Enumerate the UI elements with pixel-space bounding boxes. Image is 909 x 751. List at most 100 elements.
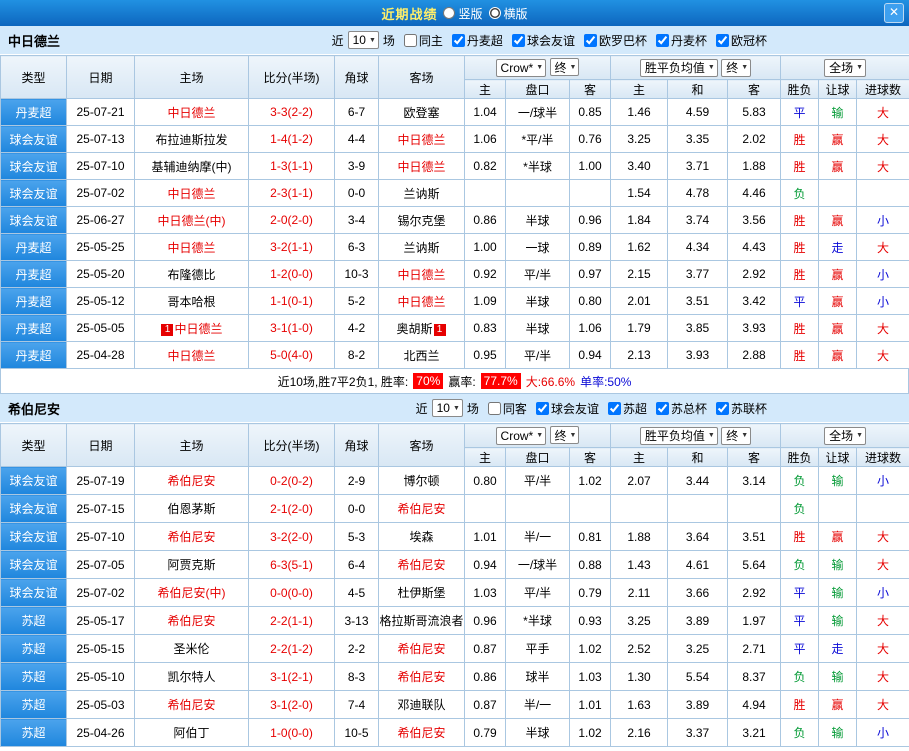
section-header-hibernian: 希伯尼安 近 10▼ 场 同客 球会友谊 苏超 苏总杯 苏联杯 [0,394,909,423]
score-cell: 3-2(2-0) [249,523,335,551]
ah-line: *半球 [506,153,570,180]
filter-checkbox[interactable] [452,34,465,47]
filter-checkbox[interactable] [488,402,501,415]
euro-away-odds: 4.43 [728,234,781,261]
euro-draw-odds: 4.59 [668,99,728,126]
filter-league-scottish-cup[interactable]: 苏总杯 [656,400,707,417]
filter-league-champions[interactable]: 欧冠杯 [716,32,767,49]
ah-away-odds [570,495,611,523]
away-team: 兰讷斯 [379,180,465,207]
ah-line: 球半 [506,663,570,691]
filter-checkbox[interactable] [716,402,729,415]
filter-checkbox[interactable] [584,34,597,47]
vertical-radio-input[interactable] [443,7,455,19]
corner-cell: 8-2 [335,342,379,369]
layout-radio-horizontal[interactable]: 横版 [489,5,528,22]
result-cell: 胜 [781,523,819,551]
match-row: 苏超 25-05-17 希伯尼安 2-2(1-1) 3-13 格拉斯哥流浪者 0… [1,607,909,635]
score-cell: 0-0(0-0) [249,579,335,607]
match-date: 25-05-20 [67,261,135,288]
away-team: 杜伊斯堡 [379,579,465,607]
euro-odds-select[interactable]: 胜平负均值▼ [640,427,718,445]
near-count-select[interactable]: 10▼ [432,399,463,417]
odds-company-select[interactable]: Crow*▼ [496,427,547,445]
result-cell: 负 [781,663,819,691]
col-header-ah-line: 盘口 [506,80,570,99]
euro-stage-select[interactable]: 终▼ [721,427,751,445]
euro-away-odds: 4.46 [728,180,781,207]
corner-cell: 2-2 [335,635,379,663]
chevron-down-icon: ▼ [536,432,543,439]
scope-select[interactable]: 全场▼ [824,59,866,77]
filter-checkbox[interactable] [404,34,417,47]
euro-home-odds: 3.25 [611,607,668,635]
euro-away-odds: 2.92 [728,261,781,288]
euro-home-odds: 1.84 [611,207,668,234]
filter-league-scottish-prem[interactable]: 苏超 [608,400,647,417]
euro-home-odds: 1.43 [611,551,668,579]
filter-league-club-friendly[interactable]: 球会友谊 [536,400,599,417]
filter-checkbox[interactable] [656,402,669,415]
home-team-name: 希伯尼安 [167,530,215,544]
filter-checkbox[interactable] [716,34,729,47]
home-team-name: 基辅迪纳摩(中) [152,160,232,174]
euro-away-odds: 1.97 [728,607,781,635]
layout-radio-vertical[interactable]: 竖版 [443,5,482,22]
home-team: 圣米伦 [135,635,249,663]
ah-away-odds: 1.01 [570,691,611,719]
score-cell: 2-3(1-1) [249,180,335,207]
home-team-name: 中日德兰 [167,106,215,120]
result-cell: 胜 [781,207,819,234]
titlebar: 近期战绩 竖版 横版 ✕ [0,0,909,26]
filter-league-scottish-league-cup[interactable]: 苏联杯 [716,400,767,417]
home-team: 希伯尼安 [135,523,249,551]
filter-same-away[interactable]: 同客 [488,400,527,417]
filter-checkbox[interactable] [512,34,525,47]
away-team-name: 格拉斯哥流浪者 [379,614,463,628]
euro-draw-odds: 4.34 [668,234,728,261]
ah-away-odds: 0.81 [570,523,611,551]
match-date: 25-07-02 [67,579,135,607]
away-team-name: 欧登塞 [403,106,439,120]
result-cell: 负 [781,467,819,495]
euro-away-odds: 8.37 [728,663,781,691]
odds-stage-select[interactable]: 终▼ [550,426,580,444]
ah-home-odds: 1.00 [465,234,506,261]
league-type: 丹麦超 [1,342,67,369]
goals-cell: 小 [857,261,909,288]
home-team: 凯尔特人 [135,663,249,691]
filter-league-europa[interactable]: 欧罗巴杯 [584,32,647,49]
odds-stage-select[interactable]: 终▼ [550,58,580,76]
filter-checkbox[interactable] [608,402,621,415]
horizontal-radio-input[interactable] [489,7,501,19]
result-cell: 平 [781,579,819,607]
euro-stage-select[interactable]: 终▼ [721,59,751,77]
odds-company-select[interactable]: Crow*▼ [496,59,547,77]
euro-away-odds: 5.83 [728,99,781,126]
filter-league-club-friendly[interactable]: 球会友谊 [512,32,575,49]
filter-checkbox[interactable] [536,402,549,415]
filter-league-danish-cup[interactable]: 丹麦杯 [656,32,707,49]
col-header-type: 类型 [1,56,67,99]
window-title: 近期战绩 [381,4,437,23]
match-date: 25-07-10 [67,523,135,551]
euro-odds-select[interactable]: 胜平负均值▼ [640,59,718,77]
close-button[interactable]: ✕ [884,3,904,23]
near-count-select[interactable]: 10▼ [348,31,379,49]
scope-header: 全场▼ [781,424,909,448]
goals-cell: 小 [857,467,909,495]
result-cell: 平 [781,99,819,126]
euro-draw-odds: 3.64 [668,523,728,551]
euro-draw-odds: 4.78 [668,180,728,207]
league-type: 球会友谊 [1,207,67,234]
result-cell: 平 [781,607,819,635]
filter-same-home[interactable]: 同主 [404,32,443,49]
filter-league-danish-superliga[interactable]: 丹麦超 [452,32,503,49]
euro-draw-odds: 3.74 [668,207,728,234]
euro-home-odds: 1.54 [611,180,668,207]
home-team: 中日德兰 [135,342,249,369]
near-label: 近 [416,400,428,417]
corner-cell: 10-5 [335,719,379,747]
scope-select[interactable]: 全场▼ [824,427,866,445]
filter-checkbox[interactable] [656,34,669,47]
